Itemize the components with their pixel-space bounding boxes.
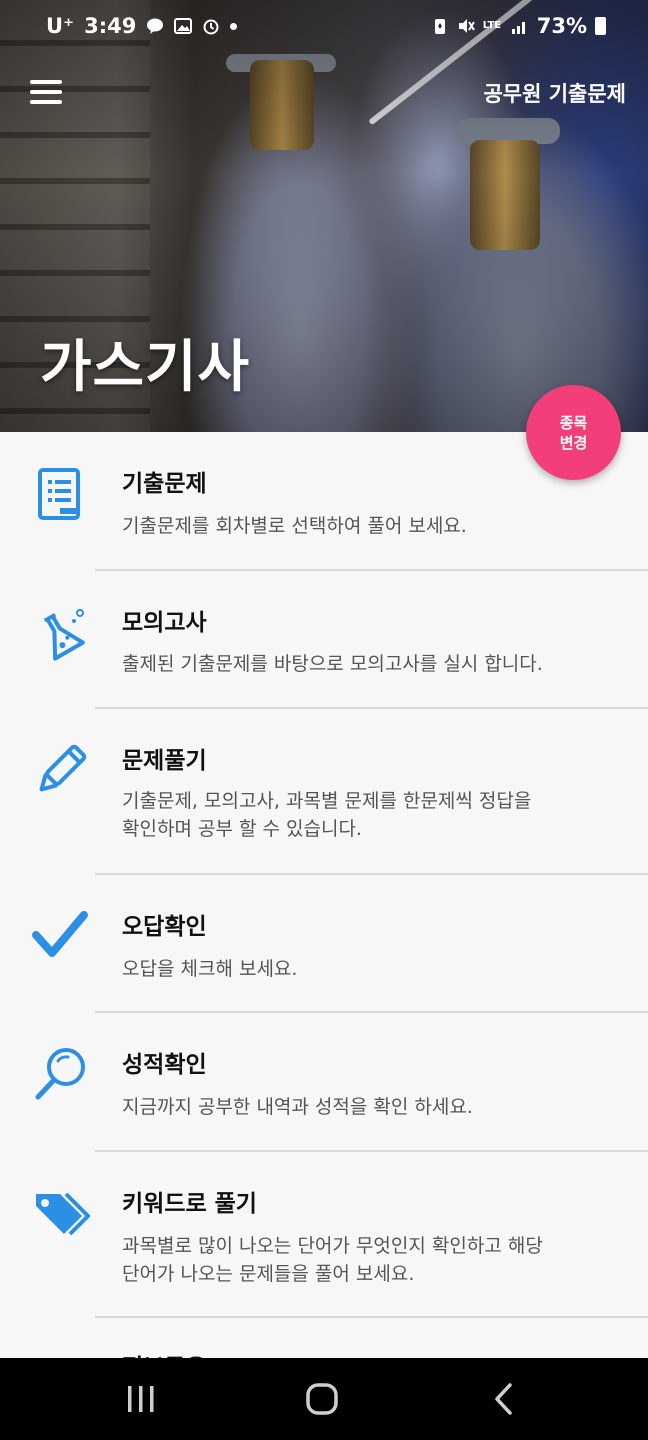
tags-icon	[36, 1192, 90, 1236]
signal-icon	[511, 22, 525, 34]
notebook-icon	[38, 468, 80, 520]
menu-item-title: 오답확인	[122, 914, 207, 940]
magnifier-icon	[35, 1048, 85, 1100]
menu-item-description-line: 과목별로 많이 나오는 단어가 무엇인지 확인하고 해당	[122, 1235, 543, 1257]
change-category-button[interactable]: 종목 변경	[526, 385, 621, 480]
system-navigation-bar	[0, 1358, 648, 1440]
battery-icon	[595, 17, 606, 35]
menu-item-solve-problems[interactable]: 문제풀기 기출문제, 모의고사, 과목별 문제를 한문제씩 정답을 확인하며 공…	[0, 709, 648, 873]
checkmark-icon	[32, 911, 88, 957]
menu-item-description-line: 확인하며 공부 할 수 있습니다.	[122, 818, 362, 840]
status-bar: U⁺ 3:49 LTE 73%	[0, 0, 648, 58]
recent-apps-icon[interactable]	[124, 1380, 158, 1418]
menu-item-description: 기출문제를 회차별로 선택하여 풀어 보세요.	[122, 515, 467, 537]
menu-item-title: 문제풀기	[122, 748, 207, 774]
pencil-icon	[39, 744, 87, 792]
menu-item-title: 모의고사	[122, 610, 207, 636]
talk-notification-icon	[147, 18, 164, 34]
menu-item-keyword-solve[interactable]: 키워드로 풀기 과목별로 많이 나오는 단어가 무엇인지 확인하고 해당 단어가…	[0, 1152, 648, 1316]
mute-icon	[458, 19, 475, 33]
gallery-notification-icon	[174, 18, 193, 34]
exam-category-title: 가스기사	[40, 335, 251, 400]
menu-item-info-share[interactable]: 정보공유	[0, 1318, 648, 1358]
menu-item-description: 기출문제, 모의고사, 과목별 문제를 한문제씩 정답을 확인하며 공부 할 수…	[122, 787, 622, 843]
menu-item-mock-exam[interactable]: 모의고사 출제된 기출문제를 바탕으로 모의고사를 실시 합니다.	[0, 571, 648, 708]
battery-saver-icon	[434, 19, 445, 34]
alarm-icon	[203, 19, 219, 35]
home-icon[interactable]	[304, 1380, 340, 1418]
menu-item-description-line: 기출문제, 모의고사, 과목별 문제를 한문제씩 정답을	[122, 790, 532, 812]
back-icon[interactable]	[490, 1380, 516, 1418]
fab-label-line2: 변경	[559, 433, 588, 452]
menu-item-description: 오답을 체크해 보세요.	[122, 958, 298, 980]
menu-item-title: 키워드로 풀기	[122, 1191, 257, 1217]
menu-item-title: 정보공유	[122, 1348, 207, 1358]
menu-item-title: 기출문제	[122, 471, 207, 497]
app-title: 공무원 기출문제	[483, 82, 626, 106]
hamburger-menu-icon[interactable]	[30, 78, 64, 106]
battery-percent: 73%	[536, 14, 587, 38]
menu-item-title: 성적확인	[122, 1052, 207, 1078]
network-type-label: LTE	[482, 20, 502, 31]
menu-item-description: 과목별로 많이 나오는 단어가 무엇인지 확인하고 해당 단어가 나오는 문제들…	[122, 1232, 622, 1288]
menu-item-wrong-answers[interactable]: 오답확인 오답을 체크해 보세요.	[0, 875, 648, 1012]
clock: 3:49	[84, 14, 137, 38]
menu-item-scores[interactable]: 성적확인 지금까지 공부한 내역과 성적을 확인 하세요.	[0, 1013, 648, 1150]
menu-list: 기출문제 기출문제를 회차별로 선택하여 풀어 보세요. 모의고사 출제된 기출…	[0, 432, 648, 1358]
more-notifications-dot	[230, 22, 238, 30]
menu-item-description: 출제된 기출문제를 바탕으로 모의고사를 실시 합니다.	[122, 653, 543, 675]
menu-item-description: 지금까지 공부한 내역과 성적을 확인 하세요.	[122, 1096, 473, 1118]
flask-icon	[43, 609, 85, 661]
fab-label-line1: 종목	[559, 413, 588, 432]
carrier-label: U⁺	[46, 14, 75, 38]
menu-item-description-line: 단어가 나오는 문제들을 풀어 보세요.	[122, 1263, 415, 1285]
